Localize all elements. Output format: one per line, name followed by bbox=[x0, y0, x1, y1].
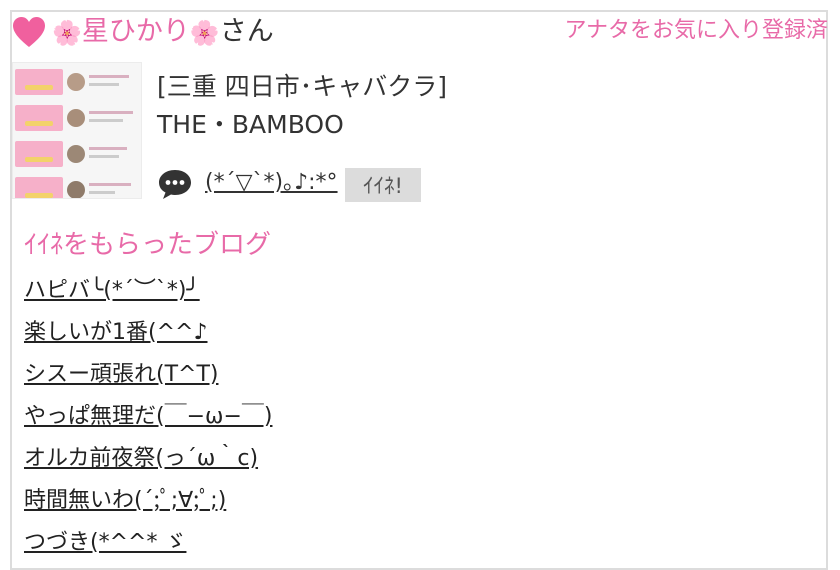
favorite-status: アナタをお気に入り登録済 bbox=[564, 18, 828, 43]
blog-post-link[interactable]: オルカ前夜祭(っ´ω｀c) bbox=[24, 446, 258, 471]
speech-bubble-icon bbox=[159, 170, 191, 199]
heart-icon bbox=[13, 17, 45, 47]
cherry-blossom-icon: 🌸 bbox=[189, 19, 220, 47]
shop-name[interactable]: THE・BAMBOO bbox=[157, 108, 447, 142]
blog-thumbnail[interactable] bbox=[12, 62, 142, 199]
liked-blogs-heading: ｲｲﾈをもらったブログ bbox=[24, 230, 272, 260]
cherry-blossom-icon: 🌸 bbox=[52, 19, 82, 47]
member-name-text: 星ひかり bbox=[81, 16, 190, 47]
shop-area: [三重 四日市･キャバクラ] bbox=[157, 72, 447, 101]
list-item: オルカ前夜祭(っ´ω｀c) bbox=[24, 443, 272, 485]
list-item: ハピバ╰(*´︶`*)╯ bbox=[24, 275, 272, 317]
shop-info: [三重 四日市･キャバクラ] THE・BAMBOO bbox=[157, 70, 447, 142]
profile-header: 🌸星ひかり🌸さん アナタをお気に入り登録済 bbox=[12, 12, 828, 52]
list-item: 楽しいが1番(^^♪ bbox=[24, 317, 272, 359]
comment-link[interactable]: (*´▽`*)｡♪:*° bbox=[205, 168, 338, 198]
blog-post-link[interactable]: 時間無いわ(´;ﾟ;∀;ﾟ;) bbox=[24, 488, 226, 513]
like-button[interactable]: ｲｲﾈ! bbox=[345, 168, 421, 202]
blog-post-link[interactable]: つづき(*^^* ゞ bbox=[24, 530, 186, 555]
blog-post-link[interactable]: ハピバ╰(*´︶`*)╯ bbox=[24, 278, 200, 303]
blog-post-link[interactable]: シスー頑張れ(T^T) bbox=[24, 362, 218, 387]
honorific: さん bbox=[219, 16, 274, 47]
liked-blog-list: ハピバ╰(*´︶`*)╯ 楽しいが1番(^^♪ シスー頑張れ(T^T) やっぱ無… bbox=[24, 275, 272, 569]
list-item: やっぱ無理だ(￣−ω−￣) bbox=[24, 401, 272, 443]
blog-post-link[interactable]: やっぱ無理だ(￣−ω−￣) bbox=[24, 404, 272, 429]
list-item: つづき(*^^* ゞ bbox=[24, 527, 272, 569]
list-item: 時間無いわ(´;ﾟ;∀;ﾟ;) bbox=[24, 485, 272, 527]
blog-post-link[interactable]: 楽しいが1番(^^♪ bbox=[24, 320, 208, 345]
member-name[interactable]: 🌸星ひかり🌸さん bbox=[52, 14, 274, 51]
list-item: シスー頑張れ(T^T) bbox=[24, 359, 272, 401]
